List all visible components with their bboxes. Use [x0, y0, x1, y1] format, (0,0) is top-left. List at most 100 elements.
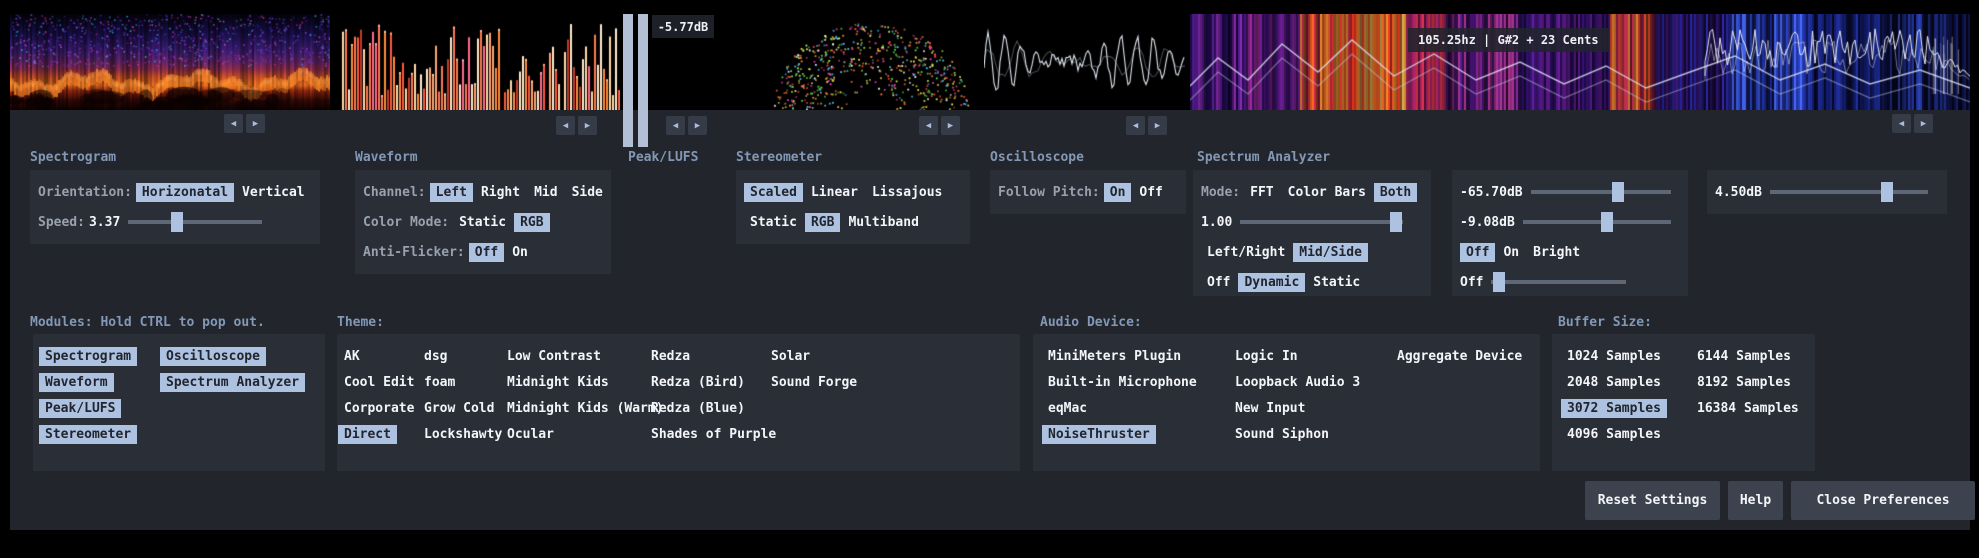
option-logic-in[interactable]: Logic In [1229, 347, 1304, 366]
option-left[interactable]: Left [430, 183, 473, 202]
option-right[interactable]: Right [475, 183, 526, 202]
option-mid[interactable]: Mid [528, 183, 563, 202]
option-off[interactable]: Off [469, 243, 504, 262]
next-module-button[interactable]: ▶ [578, 116, 597, 135]
sa-floor-value: -65.70dB [1460, 183, 1523, 202]
sa-smoothing-slider[interactable] [1240, 212, 1403, 232]
option-horizonatal[interactable]: Horizonatal [136, 183, 234, 202]
option-loopback-audio-3[interactable]: Loopback Audio 3 [1229, 373, 1366, 392]
option-sound-siphon[interactable]: Sound Siphon [1229, 425, 1335, 444]
prev-module-button[interactable]: ◀ [1892, 114, 1911, 133]
sa-slope-slider-thumb[interactable] [1881, 182, 1893, 202]
option-dynamic[interactable]: Dynamic [1238, 273, 1305, 292]
option-1024-samples[interactable]: 1024 Samples [1561, 347, 1667, 366]
prev-module-button[interactable]: ◀ [1126, 116, 1145, 135]
sa-range-mode-toggle: OffDynamicStatic [1201, 273, 1366, 292]
option-shades-of-purple[interactable]: Shades of Purple [645, 425, 782, 444]
option-oscilloscope[interactable]: Oscilloscope [160, 347, 266, 366]
next-module-button[interactable]: ▶ [1148, 116, 1167, 135]
option-8192-samples[interactable]: 8192 Samples [1691, 373, 1797, 392]
option-stereometer[interactable]: Stereometer [39, 425, 137, 444]
option-redza[interactable]: Redza [645, 347, 696, 366]
option-lockshawty[interactable]: Lockshawty [418, 425, 508, 444]
option-waveform[interactable]: Waveform [39, 373, 114, 392]
option-linear[interactable]: Linear [805, 183, 864, 202]
next-module-button[interactable]: ▶ [941, 116, 960, 135]
option-direct[interactable]: Direct [338, 425, 397, 444]
option-grow-cold[interactable]: Grow Cold [418, 399, 500, 418]
help-button[interactable]: Help [1728, 481, 1783, 520]
prev-module-button[interactable]: ◀ [556, 116, 575, 135]
option-spectrum-analyzer[interactable]: Spectrum Analyzer [160, 373, 305, 392]
option-corporate[interactable]: Corporate [338, 399, 420, 418]
option-minimeters-plugin[interactable]: MiniMeters Plugin [1042, 347, 1187, 366]
option-redza-blue-[interactable]: Redza (Blue) [645, 399, 751, 418]
option-on[interactable]: On [1104, 183, 1132, 202]
option-redza-bird-[interactable]: Redza (Bird) [645, 373, 751, 392]
option-midnight-kids[interactable]: Midnight Kids [501, 373, 615, 392]
reset-settings-button[interactable]: Reset Settings [1585, 481, 1720, 520]
option-multiband[interactable]: Multiband [842, 213, 924, 232]
option-built-in-microphone[interactable]: Built-in Microphone [1042, 373, 1203, 392]
sa-tilt-slider-thumb[interactable] [1493, 272, 1505, 292]
speed-value: 3.37 [89, 213, 120, 232]
option-foam[interactable]: foam [418, 373, 461, 392]
option-solar[interactable]: Solar [765, 347, 816, 366]
option-lissajous[interactable]: Lissajous [866, 183, 948, 202]
sa-slope-slider[interactable] [1770, 182, 1928, 202]
option-aggregate-device[interactable]: Aggregate Device [1391, 347, 1528, 366]
option-low-contrast[interactable]: Low Contrast [501, 347, 607, 366]
option-fft[interactable]: FFT [1244, 183, 1279, 202]
option-vertical[interactable]: Vertical [236, 183, 311, 202]
option-mid-side[interactable]: Mid/Side [1293, 243, 1368, 262]
option-new-input[interactable]: New Input [1229, 399, 1311, 418]
sa-ceiling-slider-thumb[interactable] [1601, 212, 1613, 232]
prev-module-button[interactable]: ◀ [224, 114, 243, 133]
right-arrow-icon: ▶ [585, 121, 590, 131]
option-both[interactable]: Both [1374, 183, 1417, 202]
option-spectrogram[interactable]: Spectrogram [39, 347, 137, 366]
option-sound-forge[interactable]: Sound Forge [765, 373, 863, 392]
option-static[interactable]: Static [744, 213, 803, 232]
option-off[interactable]: Off [1133, 183, 1168, 202]
option-rgb[interactable]: RGB [805, 213, 840, 232]
option-6144-samples[interactable]: 6144 Samples [1691, 347, 1797, 366]
option-eqmac[interactable]: eqMac [1042, 399, 1093, 418]
option-on[interactable]: On [506, 243, 534, 262]
oscilloscope-nav: ◀ ▶ [1126, 116, 1167, 135]
option-cool-edit[interactable]: Cool Edit [338, 373, 420, 392]
option-noisethruster[interactable]: NoiseThruster [1042, 425, 1156, 444]
option-2048-samples[interactable]: 2048 Samples [1561, 373, 1667, 392]
option-16384-samples[interactable]: 16384 Samples [1691, 399, 1805, 418]
next-module-button[interactable]: ▶ [688, 116, 707, 135]
close-preferences-button[interactable]: Close Preferences [1791, 481, 1975, 520]
sa-floor-slider[interactable] [1531, 182, 1671, 202]
prev-module-button[interactable]: ◀ [666, 116, 685, 135]
next-module-button[interactable]: ▶ [1914, 114, 1933, 133]
next-module-button[interactable]: ▶ [246, 114, 265, 133]
option-left-right[interactable]: Left/Right [1201, 243, 1291, 262]
prev-module-button[interactable]: ◀ [919, 116, 938, 135]
option-4096-samples[interactable]: 4096 Samples [1561, 425, 1667, 444]
option-scaled[interactable]: Scaled [744, 183, 803, 202]
sa-tilt-slider[interactable] [1491, 272, 1626, 292]
option-on[interactable]: On [1497, 243, 1525, 262]
option-static[interactable]: Static [453, 213, 512, 232]
option-dsg[interactable]: dsg [418, 347, 453, 366]
speed-slider[interactable] [128, 212, 262, 232]
option-bright[interactable]: Bright [1527, 243, 1586, 262]
option-3072-samples[interactable]: 3072 Samples [1561, 399, 1667, 418]
option-off[interactable]: Off [1201, 273, 1236, 292]
option-off[interactable]: Off [1460, 243, 1495, 262]
option-color-bars[interactable]: Color Bars [1282, 183, 1372, 202]
option-side[interactable]: Side [566, 183, 609, 202]
sa-floor-slider-thumb[interactable] [1612, 182, 1624, 202]
option-ocular[interactable]: Ocular [501, 425, 560, 444]
sa-ceiling-slider[interactable] [1523, 212, 1671, 232]
sa-smoothing-slider-thumb[interactable] [1390, 212, 1402, 232]
speed-slider-thumb[interactable] [171, 212, 183, 232]
option-peak-lufs[interactable]: Peak/LUFS [39, 399, 121, 418]
option-ak[interactable]: AK [338, 347, 366, 366]
option-static[interactable]: Static [1307, 273, 1366, 292]
option-rgb[interactable]: RGB [514, 213, 549, 232]
